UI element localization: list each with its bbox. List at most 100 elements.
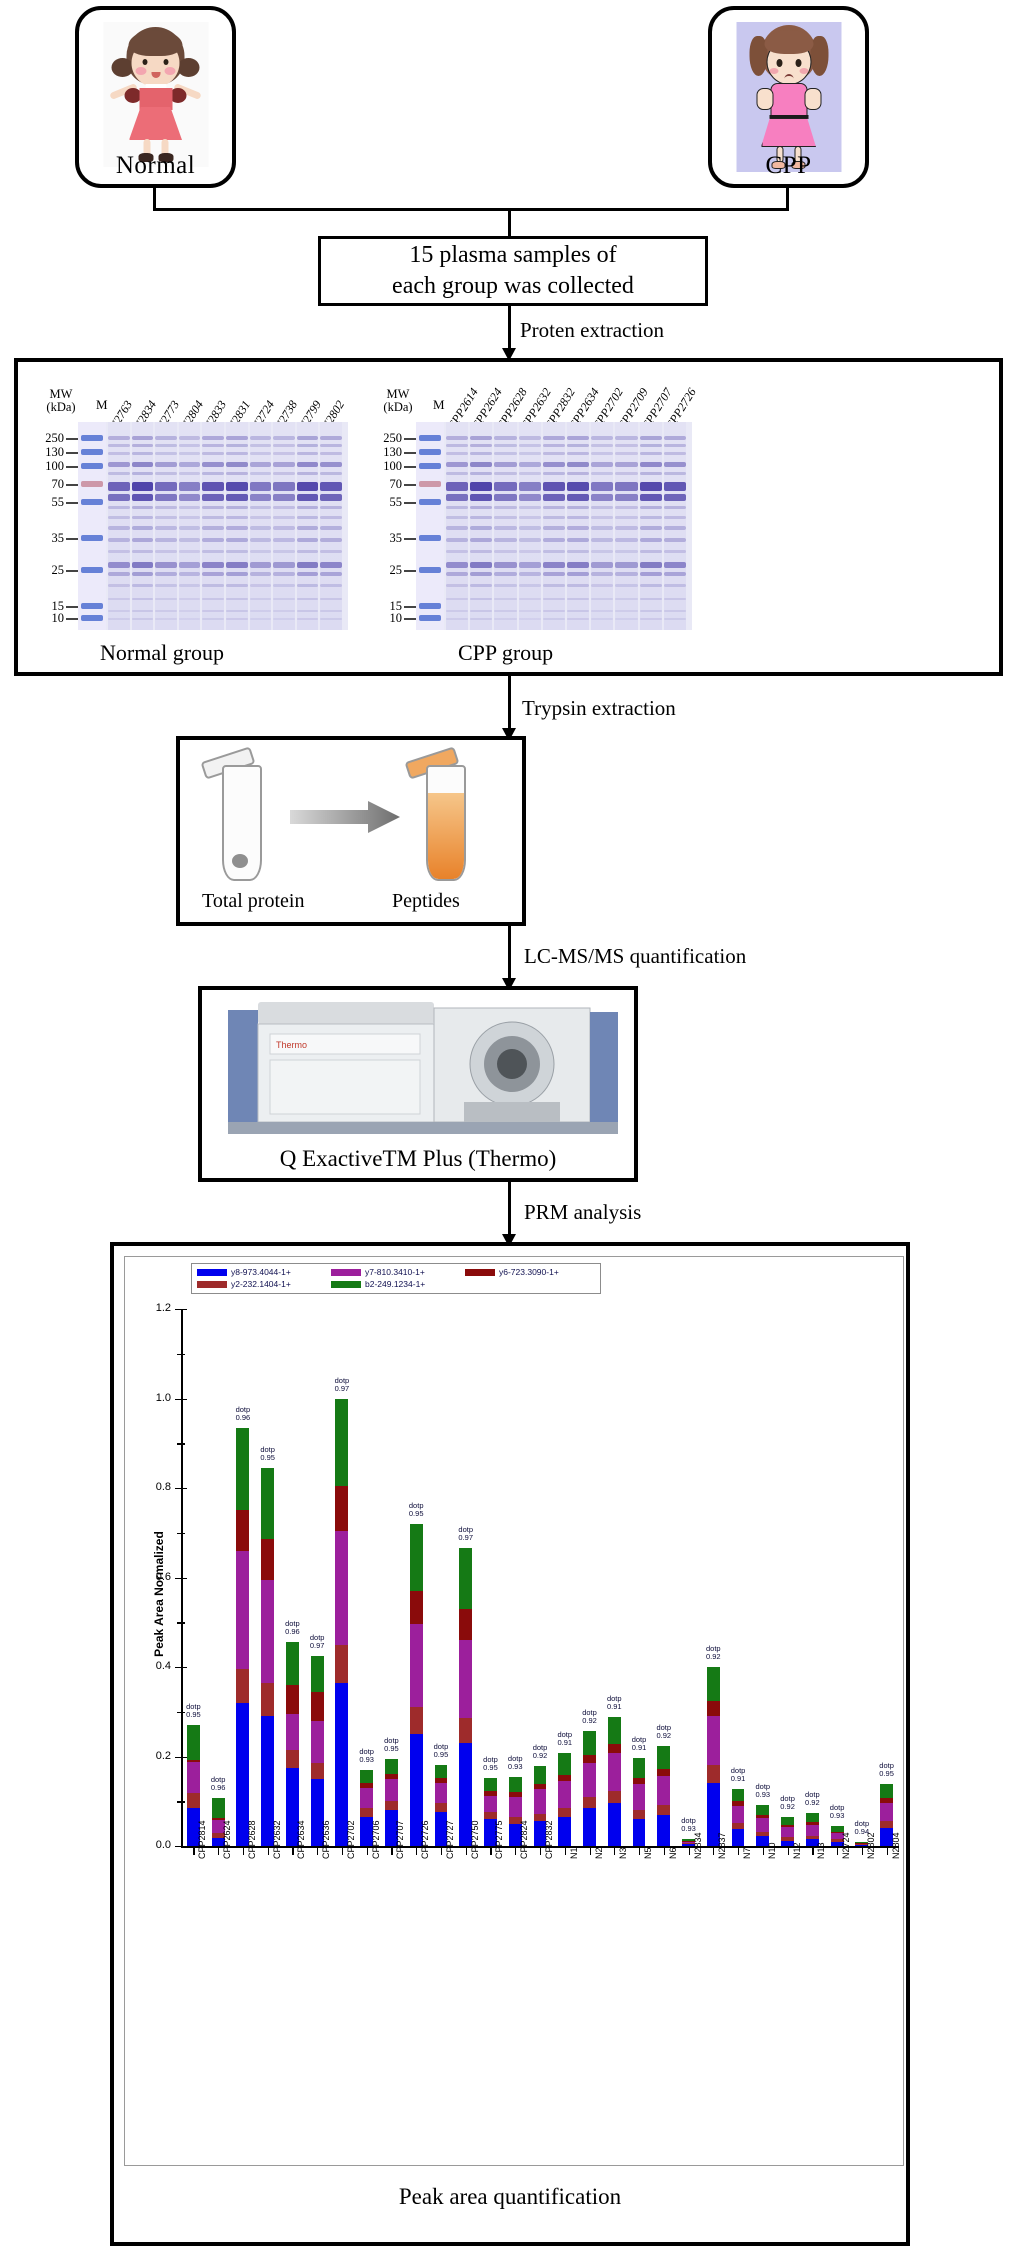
mw-value-70: 70 bbox=[51, 477, 65, 491]
protein-band bbox=[663, 584, 686, 587]
protein-band bbox=[615, 516, 638, 519]
y-tick-label-1.2: 1.2 bbox=[155, 1302, 171, 1314]
x-tick bbox=[490, 1846, 492, 1855]
marker-band bbox=[419, 435, 441, 441]
protein-band bbox=[446, 618, 469, 620]
protein-band bbox=[591, 472, 614, 475]
protein-band bbox=[542, 506, 565, 509]
protein-band bbox=[249, 482, 272, 491]
protein-band bbox=[542, 452, 565, 455]
hair-fringe bbox=[764, 30, 813, 54]
x-axis-label-CPP2832: CPP2832 bbox=[544, 1820, 554, 1859]
chart-bar-CPP2632 bbox=[261, 1467, 275, 1846]
x-axis-label-N12: N12 bbox=[791, 1842, 802, 1859]
instrument-label: Q ExactiveTM Plus (Thermo) bbox=[279, 1146, 557, 1171]
bar-segment-y7-810.3410-1+ bbox=[805, 1824, 819, 1836]
bar-segment-y7-810.3410-1+ bbox=[731, 1805, 745, 1823]
chart-bar-CPP2750 bbox=[459, 1548, 473, 1846]
x-tick bbox=[787, 1846, 789, 1855]
mw-header-normal: MW (kDa) bbox=[36, 387, 86, 414]
legend-swatch-b2 bbox=[331, 1281, 361, 1288]
protein-band bbox=[470, 482, 493, 491]
protein-band bbox=[542, 562, 565, 568]
protein-band bbox=[249, 506, 272, 509]
bar-segment-y7-810.3410-1+ bbox=[558, 1781, 572, 1808]
x-axis-label-CPP2624: CPP2624 bbox=[222, 1820, 233, 1859]
protein-band bbox=[470, 562, 493, 568]
marker-band bbox=[81, 603, 103, 609]
protein-band bbox=[663, 516, 686, 519]
protein-band bbox=[542, 472, 565, 475]
protein-band bbox=[226, 462, 248, 467]
protein-band bbox=[155, 482, 177, 491]
protein-band bbox=[202, 584, 224, 587]
protein-band bbox=[320, 526, 342, 530]
x-axis-label-N5: N5 bbox=[643, 1847, 654, 1859]
protein-band bbox=[226, 538, 248, 542]
protein-band bbox=[663, 506, 686, 509]
protein-band bbox=[226, 516, 248, 519]
protein-band bbox=[296, 618, 319, 620]
protein-band bbox=[296, 482, 319, 491]
marker-band bbox=[81, 481, 103, 487]
protein-band bbox=[202, 610, 224, 612]
bar-segment-y6-723.3090-1+ bbox=[657, 1768, 671, 1776]
x-axis-label-CPP2628: CPP2628 bbox=[246, 1820, 257, 1859]
protein-band bbox=[518, 506, 541, 509]
protein-band bbox=[591, 436, 614, 440]
protein-band bbox=[446, 526, 469, 530]
cheek-left bbox=[135, 67, 146, 75]
bar-segment-y6-723.3090-1+ bbox=[261, 1539, 275, 1580]
protein-band bbox=[639, 436, 662, 440]
protein-band bbox=[639, 482, 662, 491]
x-axis-label-N3: N3 bbox=[618, 1847, 629, 1859]
protein-band bbox=[518, 516, 541, 519]
protein-band bbox=[567, 482, 590, 491]
protein-band bbox=[567, 550, 590, 553]
protein-band bbox=[273, 472, 295, 475]
legend-label-y2: y2-232.1404-1+ bbox=[231, 1279, 291, 1289]
bar-segment-y7-810.3410-1+ bbox=[484, 1795, 497, 1812]
protein-band bbox=[131, 494, 154, 501]
protein-band bbox=[320, 494, 342, 501]
protein-band bbox=[615, 494, 638, 501]
bar-segment-b2-249.1234-1+ bbox=[558, 1753, 572, 1775]
mw-value-55: 55 bbox=[389, 495, 403, 509]
protein-band bbox=[108, 572, 130, 576]
mw-value-10: 10 bbox=[389, 611, 403, 625]
protein-band bbox=[202, 452, 224, 455]
bar-segment-y7-810.3410-1+ bbox=[459, 1640, 473, 1719]
connector-center-down bbox=[508, 208, 511, 236]
protein-band bbox=[108, 610, 130, 612]
x-tick bbox=[292, 1846, 294, 1855]
protein-band bbox=[591, 516, 614, 519]
protein-band bbox=[131, 444, 154, 447]
cpp-group-label: CPP bbox=[765, 152, 812, 179]
protein-band bbox=[202, 526, 224, 530]
x-axis-label-N6: N6 bbox=[667, 1847, 678, 1859]
protein-band bbox=[249, 598, 272, 600]
protein-band bbox=[249, 452, 272, 455]
protein-band bbox=[131, 584, 154, 587]
protein-band bbox=[663, 526, 686, 530]
protein-band bbox=[296, 572, 319, 576]
protein-band bbox=[470, 598, 493, 600]
protein-band bbox=[320, 584, 342, 587]
normal-group-label: Normal bbox=[115, 152, 196, 179]
gel-cpp-block: MW (kDa) M CPP2614 CPP2624 CPP2628 CPP2632 C… bbox=[383, 362, 998, 680]
protein-band bbox=[108, 598, 130, 600]
marker-band bbox=[419, 499, 441, 505]
protein-band bbox=[273, 538, 295, 542]
tube-peptides bbox=[404, 746, 484, 881]
x-axis-label-CPP2634: CPP2634 bbox=[296, 1820, 307, 1859]
chart-bar-N13 bbox=[805, 1812, 819, 1846]
protein-band bbox=[567, 618, 590, 620]
protein-band bbox=[446, 598, 469, 600]
bar-segment-b2-249.1234-1+ bbox=[434, 1764, 448, 1778]
protein-band bbox=[639, 584, 662, 587]
protein-band bbox=[296, 550, 319, 553]
protein-band bbox=[202, 482, 224, 491]
legend-row-2: y2-232.1404-1+ b2-249.1234-1+ bbox=[197, 1279, 595, 1290]
protein-band bbox=[470, 494, 493, 501]
protein-band bbox=[155, 506, 177, 509]
